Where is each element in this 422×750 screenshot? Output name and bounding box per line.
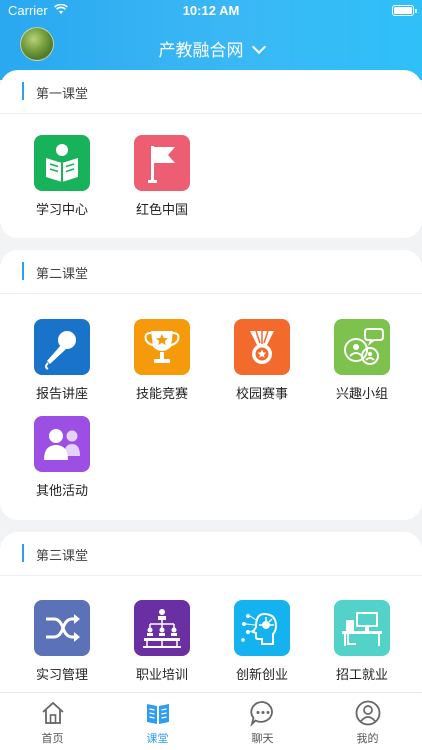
home-icon	[41, 701, 64, 724]
menu-item-label: 创新创业	[235, 668, 288, 683]
page-title: 产教融合网	[158, 41, 244, 61]
reading-person-icon	[34, 135, 90, 191]
trophy-icon	[134, 319, 190, 375]
shuffle-icon	[34, 600, 90, 656]
section-first-class: 第一课堂 学习中心 红色中国	[0, 70, 422, 238]
microphone-icon	[34, 319, 90, 375]
tab-bar: 首页 课堂 聊天 我的	[0, 692, 422, 750]
section-header: 第二课堂	[0, 250, 422, 294]
menu-item-label: 技能竞赛	[135, 387, 188, 402]
menu-item-internship[interactable]: 实习管理	[12, 600, 112, 683]
clock: 10:12 AM	[182, 3, 240, 18]
menu-item-label: 兴趣小组	[335, 387, 388, 402]
header: Carrier 10:12 AM 产教融合网	[0, 0, 422, 80]
menu-item-red-china[interactable]: 红色中国	[112, 135, 212, 218]
section-title: 第三课堂	[36, 549, 89, 564]
menu-item-interest-groups[interactable]: 兴趣小组	[312, 319, 412, 402]
people-icon	[34, 416, 90, 472]
section-accent-bar	[22, 544, 24, 562]
menu-item-lectures[interactable]: 报告讲座	[12, 319, 112, 402]
menu-item-label: 校园赛事	[235, 387, 288, 402]
org-chart-icon	[134, 600, 190, 656]
section-second-class: 第二课堂 报告讲座 技能竞赛 校园赛事 兴趣小组 其他活动	[0, 250, 422, 520]
tab-home[interactable]: 首页	[0, 693, 105, 750]
menu-item-label: 招工就业	[335, 668, 388, 683]
main-content[interactable]: 第一课堂 学习中心 红色中国 第二课堂 报告讲座 技能竞赛 校园赛事 兴趣小组 …	[0, 70, 422, 692]
idea-head-icon	[234, 600, 290, 656]
group-chat-icon	[334, 319, 390, 375]
menu-item-learning-center[interactable]: 学习中心	[12, 135, 112, 218]
section-header: 第三课堂	[0, 532, 422, 576]
status-bar: Carrier 10:12 AM	[0, 0, 422, 22]
section-accent-bar	[22, 262, 24, 280]
section-title: 第二课堂	[36, 267, 89, 282]
tab-class[interactable]: 课堂	[105, 693, 210, 750]
menu-item-other-activities[interactable]: 其他活动	[12, 416, 112, 499]
tab-label: 首页	[41, 732, 64, 745]
menu-item-label: 学习中心	[35, 203, 88, 218]
menu-item-label: 红色中国	[135, 203, 188, 218]
tab-label: 课堂	[146, 732, 169, 745]
section-header: 第一课堂	[0, 70, 422, 114]
battery-icon	[392, 5, 417, 16]
menu-item-label: 报告讲座	[35, 387, 88, 402]
menu-item-label: 其他活动	[35, 484, 88, 499]
tab-label: 我的	[356, 732, 379, 745]
menu-item-innovation[interactable]: 创新创业	[212, 600, 312, 683]
site-switcher[interactable]: 产教融合网	[0, 36, 422, 61]
menu-item-employment[interactable]: 招工就业	[312, 600, 412, 683]
menu-item-skill-competition[interactable]: 技能竞赛	[112, 319, 212, 402]
section-accent-bar	[22, 82, 24, 100]
section-title: 第一课堂	[36, 87, 89, 102]
medal-icon	[234, 319, 290, 375]
chevron-down-icon	[251, 39, 266, 55]
tab-chat[interactable]: 聊天	[210, 693, 315, 750]
tab-profile[interactable]: 我的	[315, 693, 420, 750]
menu-item-label: 实习管理	[35, 668, 88, 683]
desk-icon	[334, 600, 390, 656]
menu-item-vocational-training[interactable]: 职业培训	[112, 600, 212, 683]
flag-icon	[134, 135, 190, 191]
section-third-class: 第三课堂 实习管理 职业培训 创新创业 招工就业	[0, 532, 422, 692]
book-icon	[146, 704, 169, 724]
menu-item-campus-events[interactable]: 校园赛事	[212, 319, 312, 402]
chat-icon	[249, 701, 273, 727]
menu-item-label: 职业培训	[135, 668, 188, 683]
tab-label: 聊天	[251, 732, 274, 745]
user-icon	[355, 700, 380, 726]
